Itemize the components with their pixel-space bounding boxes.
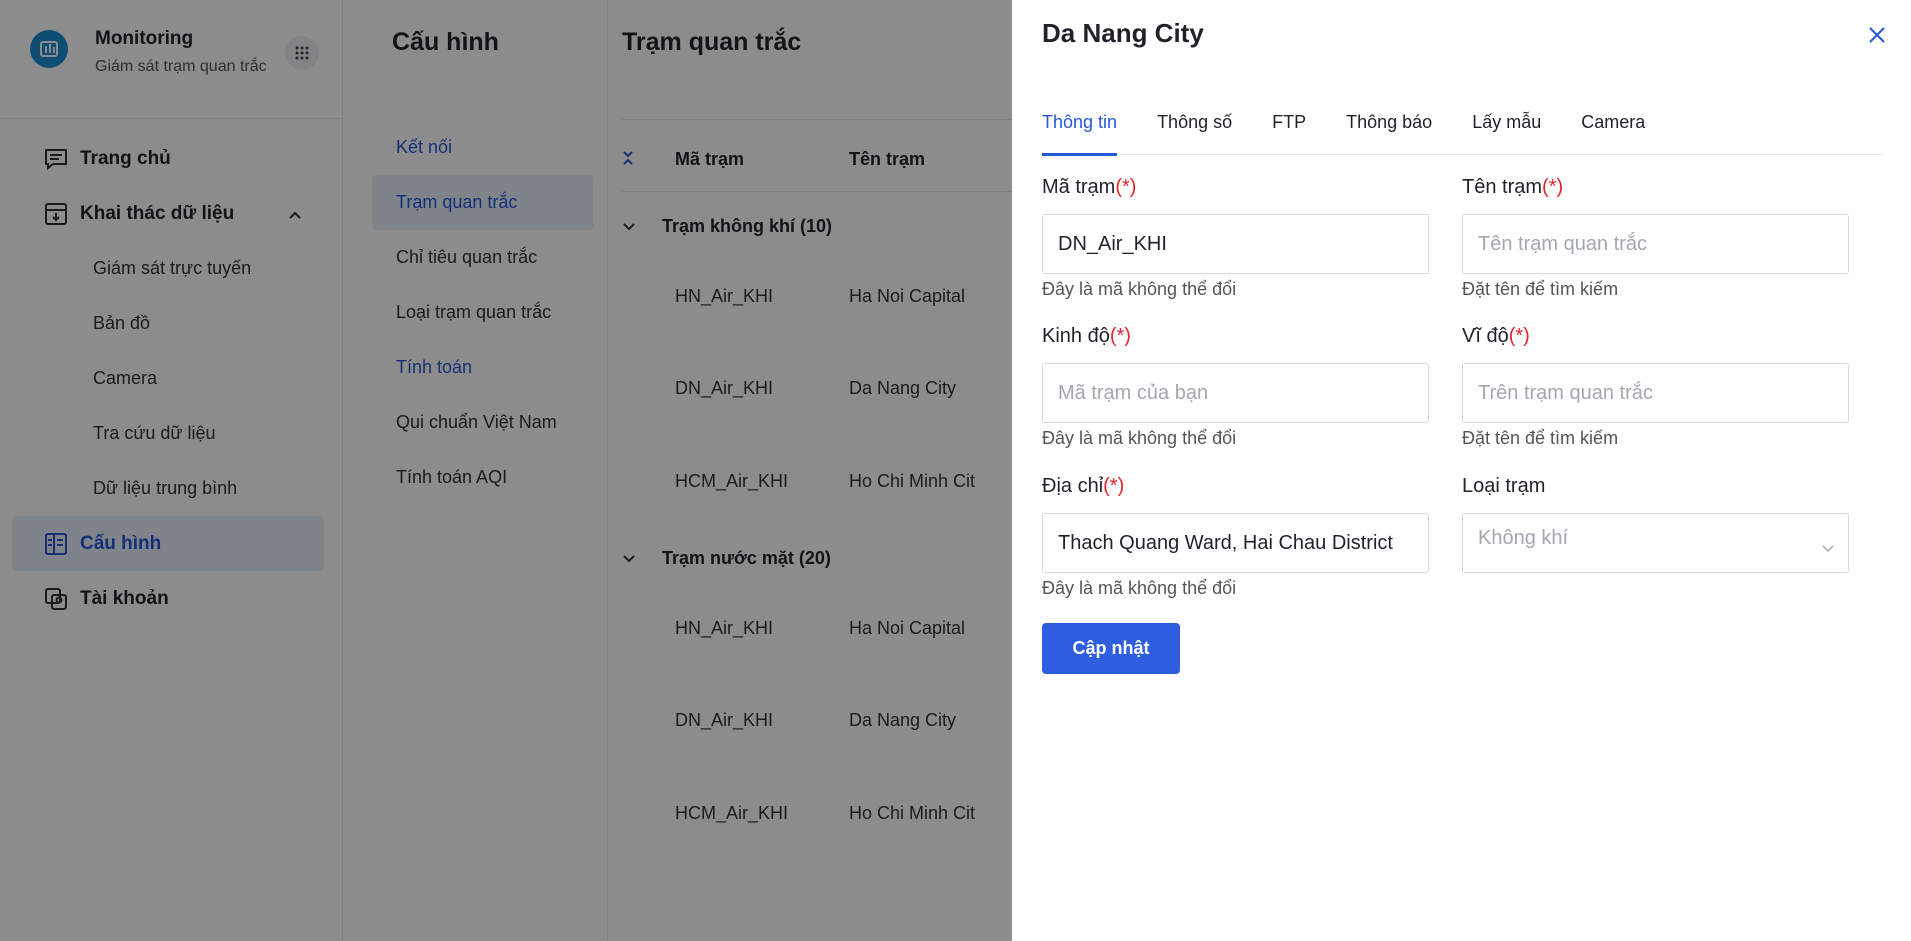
address-input[interactable]: Thach Quang Ward, Hai Chau District	[1042, 513, 1429, 573]
tab-ftp[interactable]: FTP	[1272, 112, 1306, 155]
tab-notifications[interactable]: Thông báo	[1346, 112, 1432, 155]
field-hint: Đây là mã không thể đổi	[1042, 578, 1237, 598]
field-label: Loại trạm	[1462, 475, 1546, 497]
station-name-input[interactable]: Tên trạm quan trắc	[1462, 214, 1849, 274]
field-label: Kinh độ(*)	[1042, 325, 1131, 347]
field-label: Địa chỉ(*)	[1042, 475, 1125, 497]
field-label: Vĩ độ(*)	[1462, 325, 1530, 347]
station-edit-drawer: Da Nang City Thông tin Thông số FTP Thôn…	[1012, 0, 1911, 941]
latitude-input[interactable]: Trên trạm quan trắc	[1462, 363, 1849, 423]
field-station-type: Loại trạm Không khí	[1462, 475, 1849, 573]
field-longitude: Kinh độ(*) Mã trạm của bạn Đây là mã khô…	[1042, 325, 1429, 449]
field-label: Mã trạm(*)	[1042, 176, 1137, 198]
update-button[interactable]: Cập nhật	[1042, 623, 1180, 674]
drawer-title: Da Nang City	[1042, 18, 1204, 48]
field-station-code: Mã trạm(*) DN_Air_KHI Đây là mã không th…	[1042, 176, 1429, 300]
field-label: Tên trạm(*)	[1462, 176, 1564, 198]
field-address: Địa chỉ(*) Thach Quang Ward, Hai Chau Di…	[1042, 475, 1429, 599]
field-hint: Đây là mã không thể đổi	[1042, 428, 1237, 448]
tab-parameters[interactable]: Thông số	[1157, 112, 1232, 155]
tab-camera[interactable]: Camera	[1581, 112, 1645, 155]
field-station-name: Tên trạm(*) Tên trạm quan trắc Đặt tên đ…	[1462, 176, 1849, 300]
longitude-input[interactable]: Mã trạm của bạn	[1042, 363, 1429, 423]
close-icon[interactable]	[1864, 22, 1890, 48]
field-latitude: Vĩ độ(*) Trên trạm quan trắc Đặt tên để …	[1462, 325, 1849, 449]
tab-sampling[interactable]: Lấy mẫu	[1472, 112, 1541, 155]
select-value: Không khí	[1478, 527, 1569, 549]
station-type-select[interactable]: Không khí	[1462, 513, 1849, 573]
drawer-tabs: Thông tin Thông số FTP Thông báo Lấy mẫu…	[1042, 112, 1884, 156]
chevron-down-icon	[1822, 536, 1834, 559]
station-code-input[interactable]: DN_Air_KHI	[1042, 214, 1429, 274]
field-hint: Đặt tên để tìm kiếm	[1462, 279, 1619, 299]
field-hint: Đặt tên để tìm kiếm	[1462, 428, 1619, 448]
field-hint: Đây là mã không thể đổi	[1042, 279, 1237, 299]
tab-info[interactable]: Thông tin	[1042, 112, 1118, 156]
